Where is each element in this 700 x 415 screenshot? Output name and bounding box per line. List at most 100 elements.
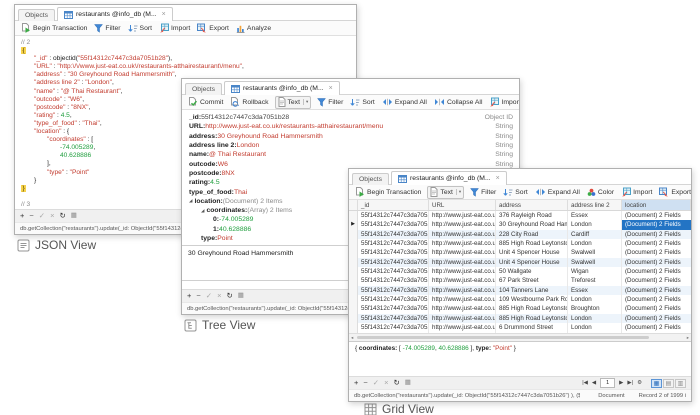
table-cell[interactable]: 109 Westbourne Park Road — [496, 294, 568, 305]
sort-button[interactable]: Sort — [500, 188, 530, 197]
table-cell[interactable]: (Document) 2 Fields — [622, 248, 691, 257]
refresh-icon[interactable]: ↻ — [59, 212, 65, 220]
table-cell[interactable]: Unit 4 Spencer House — [496, 248, 568, 258]
table-cell[interactable]: (Document) 2 Fields — [622, 267, 691, 276]
table-cell[interactable]: http://www.just-eat.co.uk/r — [429, 248, 496, 258]
table-row[interactable]: 55f14312c7447c3da7051b2fhttp://www.just-… — [349, 248, 691, 258]
table-cell[interactable]: 376 Rayleigh Road — [496, 211, 568, 221]
tab-collection[interactable]: restaurants @info_db (M... × — [391, 171, 507, 185]
apply-icon[interactable]: ✓ — [373, 379, 379, 387]
table-row[interactable]: 55f14312c7447c3da7051b30http://www.just-… — [349, 257, 691, 267]
table-cell[interactable]: 55f14312c7447c3da7051b2d — [358, 322, 429, 333]
table-cell[interactable]: 55f14312c7447c3da7051b31 — [358, 276, 429, 286]
close-tab-icon[interactable]: × — [496, 175, 500, 182]
scrollbar-thumb[interactable] — [357, 335, 649, 339]
table-row[interactable]: ▶55f14312c7447c3da7051b28http://www.just… — [349, 220, 691, 230]
table-cell[interactable]: 30 Greyhound Road Hamm — [496, 220, 568, 230]
page-number-input[interactable]: 1 — [600, 378, 616, 388]
table-cell[interactable]: (Document) 2 Fields — [622, 286, 691, 295]
table-cell[interactable]: 55f14312c7447c3da7051b28 — [358, 220, 429, 230]
table-cell[interactable]: Essex — [568, 211, 622, 221]
export-button[interactable]: Export — [194, 23, 232, 33]
table-cell[interactable]: Essex — [568, 285, 622, 295]
sort-button[interactable]: Sort — [125, 24, 155, 33]
horizontal-scrollbar[interactable]: ◂ ▸ — [349, 333, 691, 341]
collapse-all-button[interactable]: Collapse All — [431, 98, 486, 106]
commit-button[interactable]: Commit — [185, 97, 226, 107]
table-cell[interactable]: 885 High Road Leytonstone — [496, 238, 568, 249]
table-cell[interactable]: Wigan — [568, 266, 622, 277]
table-cell[interactable]: http://www.just-eat.co.uk/r — [429, 304, 496, 314]
sort-button[interactable]: Sort — [347, 98, 377, 107]
text-button[interactable]: Text ▾ — [427, 185, 465, 199]
add-icon[interactable]: + — [354, 379, 358, 387]
tab-objects[interactable]: Objects — [185, 83, 223, 95]
table-cell[interactable]: London — [568, 238, 622, 249]
cancel-icon[interactable]: × — [217, 292, 221, 300]
filter-button[interactable]: Filter — [467, 187, 499, 197]
column-header-address-line-2[interactable]: address line 2 — [568, 200, 622, 210]
close-tab-icon[interactable]: × — [329, 85, 333, 92]
tab-objects[interactable]: Objects — [18, 9, 56, 21]
filter-button[interactable]: Filter — [314, 97, 346, 107]
view-toggle-grid-button[interactable]: ▦ — [651, 378, 662, 388]
tree-row[interactable]: address line 2 : London String — [187, 141, 519, 150]
expander-icon[interactable]: ◢ — [189, 198, 192, 204]
column-header-location[interactable]: location — [622, 200, 691, 210]
expander-icon[interactable]: ◢ — [201, 208, 204, 214]
remove-icon[interactable]: − — [363, 379, 367, 387]
table-cell[interactable]: (Document) 2 Fields — [622, 230, 691, 239]
table-cell[interactable]: Broughton — [568, 304, 622, 314]
previous-page-icon[interactable]: ◀ — [592, 380, 596, 386]
table-cell[interactable]: London — [568, 294, 622, 305]
table-cell[interactable]: 55f14312c7447c3da7051b32 — [358, 266, 429, 277]
cancel-icon[interactable]: × — [50, 212, 54, 220]
table-cell[interactable]: 55f14312c7447c3da7051b26 — [358, 229, 429, 239]
last-page-icon[interactable]: ▶| — [627, 380, 633, 386]
remove-icon[interactable]: − — [196, 292, 200, 300]
close-tab-icon[interactable]: × — [162, 11, 166, 18]
table-cell[interactable]: (Document) 2 Fields — [622, 304, 691, 313]
begin-transaction-button[interactable]: Begin Transaction — [18, 23, 90, 33]
table-cell[interactable]: 55f14312c7447c3da7051b33 — [358, 285, 429, 295]
table-cell[interactable]: http://www.just-eat.co.uk/r — [429, 211, 496, 221]
table-cell[interactable]: 228 City Road — [496, 229, 568, 239]
table-cell[interactable]: (Document) 2 Fields — [622, 258, 691, 267]
table-cell[interactable]: (Document) 2 Fields — [622, 295, 691, 304]
table-cell[interactable]: 67 Park Street — [496, 276, 568, 286]
table-cell[interactable]: 55f14312c7447c3da7051b2f — [358, 248, 429, 258]
expand-all-button[interactable]: Expand All — [532, 188, 583, 196]
table-cell[interactable]: 104 Tanners Lane — [496, 285, 568, 295]
remove-icon[interactable]: − — [29, 212, 33, 220]
add-icon[interactable]: + — [20, 212, 24, 220]
table-cell[interactable]: London — [568, 220, 622, 230]
table-row[interactable]: 55f14312c7447c3da7051b27http://www.just-… — [349, 211, 691, 221]
table-cell[interactable]: (Document) 2 Fields — [622, 276, 691, 285]
expand-all-button[interactable]: Expand All — [379, 98, 430, 106]
import-button[interactable]: Import — [486, 97, 519, 107]
import-button[interactable]: Import — [156, 23, 193, 33]
table-row[interactable]: 55f14312c7447c3da7051b2ehttp://www.just-… — [349, 238, 691, 249]
table-cell[interactable]: Treforest — [568, 276, 622, 286]
table-row[interactable]: 55f14312c7447c3da7051b34http://www.just-… — [349, 294, 691, 305]
table-cell[interactable]: 55f14312c7447c3da7051b30 — [358, 257, 429, 267]
import-button[interactable]: Import — [618, 187, 655, 197]
table-cell[interactable]: 55f14312c7447c3da7051b27 — [358, 211, 429, 221]
table-cell[interactable]: http://www.just-eat.co.uk/r — [429, 266, 496, 277]
tree-row[interactable]: address : 30 Greyhound Road Hammersmith S… — [187, 132, 519, 141]
table-cell[interactable]: 50 Wallgate — [496, 266, 568, 277]
table-cell[interactable]: (Document) 2 Fields — [622, 239, 691, 248]
table-row[interactable]: 55f14312c7447c3da7051b26http://www.just-… — [349, 229, 691, 239]
options-icon[interactable]: ▦ — [405, 379, 411, 387]
table-cell[interactable]: http://www.just-eat.co.uk/r — [429, 257, 496, 267]
text-button[interactable]: Text ▾ — [274, 95, 312, 109]
table-cell[interactable]: http://www.just-eat.co.uk/r — [429, 322, 496, 333]
column-header-url[interactable]: URL — [429, 200, 496, 210]
apply-icon[interactable]: ✓ — [206, 292, 212, 300]
page-settings-icon[interactable]: ⚙ — [637, 380, 642, 386]
cancel-icon[interactable]: × — [384, 379, 388, 387]
table-row[interactable]: 55f14312c7447c3da7051b2dhttp://www.just-… — [349, 322, 691, 333]
tab-collection[interactable]: restaurants @info_db (M... × — [224, 81, 340, 95]
export-button[interactable]: Export — [656, 187, 691, 197]
table-cell[interactable]: 885 High Road Leytonstone — [496, 304, 568, 314]
